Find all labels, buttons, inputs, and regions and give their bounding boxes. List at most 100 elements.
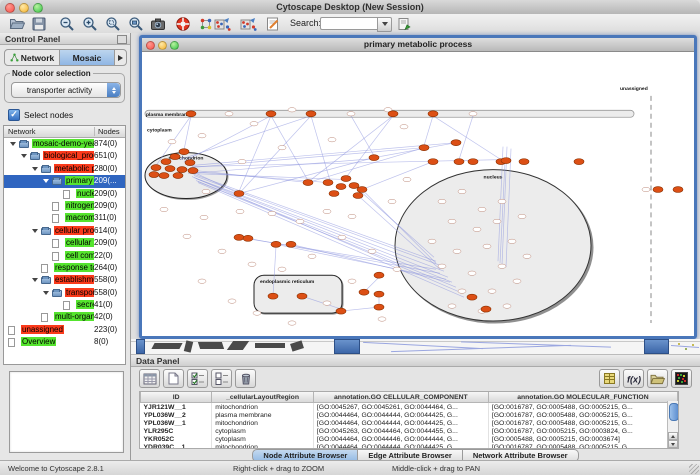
network-node-orange[interactable] bbox=[341, 176, 351, 182]
network-tree-row[interactable]: transport558(0) bbox=[4, 287, 125, 299]
resize-grip[interactable] bbox=[689, 464, 699, 474]
network-icon[interactable] bbox=[197, 15, 214, 32]
network-node[interactable] bbox=[453, 249, 461, 253]
open-attributes-icon[interactable] bbox=[647, 369, 668, 388]
network-node[interactable] bbox=[348, 214, 356, 218]
new-attribute-icon[interactable] bbox=[163, 369, 184, 388]
disclosure-triangle-icon[interactable] bbox=[32, 278, 38, 282]
network-node[interactable] bbox=[308, 254, 316, 258]
network-tree-row[interactable]: unassigned223(0) bbox=[4, 324, 125, 336]
network-node[interactable] bbox=[498, 199, 506, 203]
network-node[interactable] bbox=[400, 125, 408, 129]
table-row[interactable]: YPL036W__1mitochondrion[GO:0044464, GO:0… bbox=[141, 419, 678, 427]
network-view-titlebar[interactable]: primary metabolic process bbox=[142, 38, 694, 52]
background-window-frame[interactable] bbox=[334, 339, 360, 354]
network-node-orange[interactable] bbox=[149, 172, 159, 178]
network-node[interactable] bbox=[378, 317, 386, 321]
scroll-down-icon[interactable] bbox=[668, 440, 678, 448]
network-node[interactable] bbox=[468, 271, 476, 275]
column-header[interactable]: annotation.GO MOLECULAR_FUNCTION bbox=[488, 392, 677, 403]
network-node[interactable] bbox=[248, 262, 256, 266]
disclosure-triangle-icon[interactable] bbox=[32, 229, 38, 233]
network-node-orange[interactable] bbox=[481, 306, 491, 312]
zoom-fit-icon[interactable] bbox=[127, 15, 144, 32]
zoom-selected-icon[interactable] bbox=[104, 15, 121, 32]
tab-network[interactable]: Network bbox=[5, 50, 60, 65]
network-node-orange[interactable] bbox=[165, 166, 175, 172]
network-node-orange[interactable] bbox=[173, 173, 183, 179]
network-tree-row[interactable]: establishment of lo558(0) bbox=[4, 274, 125, 286]
network-edge[interactable] bbox=[433, 116, 501, 160]
select-nodes-checkbox[interactable]: ✓ bbox=[8, 109, 20, 121]
network-node[interactable] bbox=[238, 159, 246, 163]
import-table-icon[interactable] bbox=[599, 369, 620, 388]
network-node-orange[interactable] bbox=[359, 289, 369, 295]
snapshot-icon[interactable] bbox=[149, 15, 166, 32]
disclosure-triangle-icon[interactable] bbox=[32, 167, 38, 171]
network-node[interactable] bbox=[168, 139, 176, 143]
scroll-up-icon[interactable] bbox=[668, 432, 678, 440]
network-tree-row[interactable]: response to stimulu264(0) bbox=[4, 262, 125, 274]
network-node-orange[interactable] bbox=[323, 180, 333, 186]
network-node-orange[interactable] bbox=[266, 111, 276, 117]
network-node-orange[interactable] bbox=[159, 173, 169, 179]
network-node-orange[interactable] bbox=[467, 294, 477, 300]
network-node-orange[interactable] bbox=[519, 159, 529, 165]
network-node[interactable] bbox=[483, 244, 491, 248]
tree-col-network[interactable]: Network bbox=[8, 127, 36, 136]
tab-overflow-arrow-icon[interactable] bbox=[115, 50, 126, 65]
network-node-orange[interactable] bbox=[428, 159, 438, 165]
network-node[interactable] bbox=[488, 289, 496, 293]
network-node[interactable] bbox=[183, 234, 191, 238]
network-node-orange[interactable] bbox=[243, 235, 253, 241]
network-tree-row[interactable]: biological_process651(0) bbox=[4, 150, 125, 162]
disclosure-triangle-icon[interactable] bbox=[43, 291, 49, 295]
background-window-frame[interactable] bbox=[136, 339, 145, 354]
network-node-orange[interactable] bbox=[179, 149, 189, 155]
zoom-out-icon[interactable] bbox=[58, 15, 75, 32]
network-node[interactable] bbox=[198, 134, 206, 138]
network-node-orange[interactable] bbox=[653, 187, 663, 193]
disclosure-triangle-icon[interactable] bbox=[43, 179, 49, 183]
network-node-orange[interactable] bbox=[306, 111, 316, 117]
search-input[interactable] bbox=[320, 17, 377, 30]
network-node-orange[interactable] bbox=[297, 293, 307, 299]
network-node[interactable] bbox=[268, 211, 276, 215]
network-node-orange[interactable] bbox=[374, 304, 384, 310]
network-node[interactable] bbox=[518, 214, 526, 218]
network-node-orange[interactable] bbox=[303, 180, 313, 186]
disclosure-triangle-icon[interactable] bbox=[10, 142, 16, 146]
network-node[interactable] bbox=[328, 137, 336, 141]
annotation-icon[interactable] bbox=[264, 15, 281, 32]
network-node-orange[interactable] bbox=[177, 167, 187, 173]
network-tree-row[interactable]: secretion41(0) bbox=[4, 299, 125, 311]
network-node[interactable] bbox=[160, 207, 168, 211]
background-window-frame[interactable] bbox=[644, 339, 669, 354]
node-color-select[interactable]: transporter activity bbox=[11, 82, 121, 98]
network-node[interactable] bbox=[438, 264, 446, 268]
network-node-orange[interactable] bbox=[336, 184, 346, 190]
network-node[interactable] bbox=[523, 254, 531, 258]
attribute-table-icon[interactable] bbox=[139, 369, 160, 388]
network-tree-row[interactable]: cellular metabol209(0) bbox=[4, 237, 125, 249]
network-tree-row[interactable]: nitrogen compo209(0) bbox=[4, 200, 125, 212]
network-node[interactable] bbox=[513, 279, 521, 283]
network-node[interactable] bbox=[503, 304, 511, 308]
network-node[interactable] bbox=[428, 239, 436, 243]
network-node[interactable] bbox=[236, 209, 244, 213]
network-edge[interactable] bbox=[239, 116, 271, 192]
save-session-icon[interactable] bbox=[30, 15, 47, 32]
network-tree-row[interactable]: primary metabo209(... bbox=[4, 175, 125, 187]
network-node[interactable] bbox=[478, 207, 486, 211]
network-tree-row[interactable]: Overview8(0) bbox=[4, 336, 125, 348]
network-tree-row[interactable]: nucleobase-209(0) bbox=[4, 188, 125, 200]
network-tree-row[interactable]: mosaic-demo-yeast874(0) bbox=[4, 138, 125, 150]
network-node[interactable] bbox=[288, 108, 296, 112]
network-node[interactable] bbox=[393, 267, 401, 271]
network-node[interactable] bbox=[493, 219, 501, 223]
network-edge[interactable] bbox=[374, 143, 456, 158]
network-node[interactable] bbox=[228, 299, 236, 303]
network-node[interactable] bbox=[438, 199, 446, 203]
network-node-orange[interactable] bbox=[336, 308, 346, 314]
network-node-orange[interactable] bbox=[501, 158, 511, 164]
